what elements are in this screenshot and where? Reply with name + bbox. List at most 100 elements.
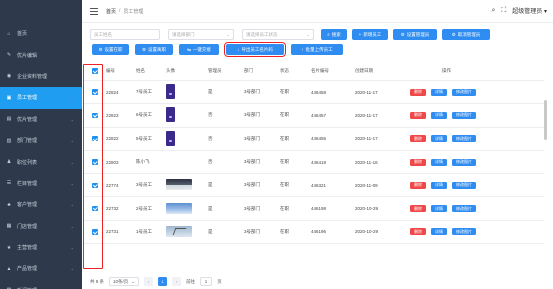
cell-created: 2020-11-17 — [355, 89, 378, 95]
page-button-current[interactable]: 1 — [158, 277, 168, 286]
cell-name: 1号员工 — [136, 228, 153, 234]
sidebar-item-label: 优片编辑 — [17, 52, 38, 59]
delete-button[interactable]: 删除 — [410, 111, 426, 119]
sidebar-item-5[interactable]: ▥ 部门管理 ⌄ — [0, 130, 82, 151]
cell-name: 陈小飞 — [136, 159, 150, 165]
sidebar-item-7[interactable]: ☰ 栏目管理 ⌄ — [0, 173, 82, 194]
delete-button[interactable]: 删除 — [410, 135, 426, 143]
cell-manager: 是 — [208, 205, 213, 211]
sidebar-item-10[interactable]: ★ 主营管理 ⌄ — [0, 237, 82, 258]
set-resigned-button[interactable]: ⚙ 设置离职 — [135, 44, 173, 55]
detail-button[interactable]: 详情 — [431, 181, 447, 189]
sidebar-item-6[interactable]: ♟ 职位列表 ⌄ — [0, 151, 82, 172]
sidebar-item-label: 职位列表 — [17, 159, 38, 166]
building-icon: ◉ — [6, 73, 12, 80]
prev-page-button[interactable]: ‹ — [144, 277, 154, 286]
export-card-code-button[interactable]: ↓ 导出员工名片码 — [224, 42, 286, 57]
action-bar: ⚙ 设置在职 ⚙ 设置离职 ⇆ 一键交接 ↓ 导出员工名片码 ↑ 批量上传员工 — [92, 42, 343, 57]
edit-photo-button[interactable]: 修改图片 — [452, 135, 476, 143]
cell-avatar — [166, 179, 208, 191]
sidebar-item-8[interactable]: ♣ 客户管理 ⌄ — [0, 194, 82, 215]
cell-card-no: 446196 — [311, 229, 327, 235]
vertical-scrollbar[interactable] — [544, 100, 547, 140]
cell-created: 2020-10-29 — [355, 229, 379, 235]
batch-upload-label: 批量上传员工 — [305, 46, 333, 52]
detail-button[interactable]: 详情 — [431, 88, 447, 96]
user-menu[interactable]: 超级管理员 ▾ — [512, 6, 547, 15]
chevron-down-icon: ⌄ — [226, 32, 230, 37]
upload-icon: ↑ — [301, 47, 304, 52]
cell-no: 22731 — [106, 229, 119, 235]
sidebar-item-3[interactable]: ▣ 员工管理 ⌄ — [0, 87, 82, 109]
sidebar-item-label: 主营管理 — [17, 245, 38, 252]
chevron-down-icon: ⌄ — [70, 116, 74, 122]
detail-button[interactable]: 详情 — [431, 158, 447, 166]
cell-card-no: 446418 — [311, 159, 327, 165]
sidebar-item-9[interactable]: ▦ 门店管理 ⌄ — [0, 216, 82, 237]
cell-no: 22824 — [106, 89, 119, 95]
goto-label: 前往 — [186, 278, 196, 284]
edit-photo-button[interactable]: 修改图片 — [452, 158, 476, 166]
cell-dept: 3号部门 — [244, 228, 261, 234]
cell-status: 在职 — [280, 112, 289, 118]
delete-button[interactable]: 删除 — [410, 228, 426, 236]
detail-button[interactable]: 详情 — [431, 111, 447, 119]
delete-button[interactable]: 删除 — [410, 205, 426, 213]
cell-created: 2020-10-29 — [355, 206, 379, 212]
detail-button[interactable]: 详情 — [431, 205, 447, 213]
table-row: 22803 陈小飞 否 3号部门 在职 446418 2020-11-16 删除 详情 修改图片 — [84, 151, 544, 175]
set-active-button[interactable]: ⚙ 设置在职 — [92, 44, 129, 55]
detail-button[interactable]: 详情 — [431, 228, 447, 236]
edit-photo-button[interactable]: 修改图片 — [452, 228, 476, 236]
cell-name: 2号员工 — [136, 205, 153, 211]
sidebar-item-1[interactable]: ✎ 优片编辑 — [0, 44, 82, 65]
sidebar-item-4[interactable]: ▤ 优片管理 ⌄ — [0, 109, 82, 130]
fullscreen-icon[interactable]: ⛶ — [501, 7, 506, 15]
store-icon: ▦ — [6, 223, 12, 230]
cell-manager: 是 — [208, 228, 213, 234]
chevron-down-icon: ⌄ — [70, 159, 74, 165]
sidebar-brand — [0, 0, 82, 23]
avatar — [166, 202, 192, 214]
next-page-button[interactable]: › — [172, 277, 182, 286]
department-select[interactable]: 请选择部门 ⌄ — [168, 29, 234, 40]
chevron-down-icon: ⌄ — [70, 266, 74, 272]
chevron-down-icon: ⌄ — [70, 245, 74, 251]
delete-button[interactable]: 删除 — [410, 181, 426, 189]
search-button[interactable]: ⌕ 搜索 — [321, 29, 347, 40]
edit-photo-button[interactable]: 修改图片 — [452, 181, 476, 189]
employee-name-input[interactable]: 员工姓名 — [90, 29, 160, 40]
cancel-manager-button[interactable]: ⚙ 取消管理员 — [442, 29, 490, 40]
sidebar-item-0[interactable]: ⌂ 首页 — [0, 23, 82, 44]
header-ops: 操作 — [442, 68, 451, 73]
sidebar-item-2[interactable]: ◉ 企业资料管理 — [0, 66, 82, 87]
menu-toggle-icon[interactable] — [90, 7, 98, 15]
goto-page-input[interactable]: 1 — [200, 277, 213, 286]
page-size-select[interactable]: 10条/页 ⌄ — [109, 277, 140, 286]
batch-upload-button[interactable]: ↑ 批量上传员工 — [291, 44, 343, 55]
avatar — [166, 107, 175, 123]
set-resigned-label: 设置离职 — [148, 46, 167, 52]
delete-button[interactable]: 删除 — [410, 88, 426, 96]
add-employee-button[interactable]: + 新增员工 — [352, 29, 388, 40]
edit-icon: ✎ — [6, 52, 12, 59]
set-manager-button[interactable]: ⚙ 设置管理员 — [393, 29, 437, 40]
cell-dept: 3号部门 — [244, 205, 261, 211]
one-click-handover-button[interactable]: ⇆ 一键交接 — [179, 44, 219, 55]
cell-manager: 否 — [208, 159, 213, 165]
edit-photo-button[interactable]: 修改图片 — [452, 205, 476, 213]
sidebar-item-12[interactable]: ▧新闻管理⌄ — [0, 280, 82, 289]
top-bar: 首页 / 员工管理 ⌕ ⛶ 超级管理员 ▾ — [82, 0, 553, 23]
table-header: 编号 姓名 头像 管理员 部门 状态 名片编号 创建日期 操作 — [84, 62, 544, 81]
detail-button[interactable]: 详情 — [431, 135, 447, 143]
list-icon: ☰ — [6, 180, 12, 187]
breadcrumb-home[interactable]: 首页 — [106, 8, 116, 15]
cell-card-no: 446456 — [311, 136, 327, 142]
delete-button[interactable]: 删除 — [410, 158, 426, 166]
sidebar-item-11[interactable]: ▲ 产品管理 ⌄ — [0, 258, 82, 279]
edit-photo-button[interactable]: 修改图片 — [452, 88, 476, 96]
search-icon[interactable]: ⌕ — [491, 7, 495, 15]
sidebar-item-label: 门店管理 — [17, 223, 38, 230]
status-select[interactable]: 请选择员工状态 ⌄ — [242, 29, 314, 40]
edit-photo-button[interactable]: 修改图片 — [452, 111, 476, 119]
